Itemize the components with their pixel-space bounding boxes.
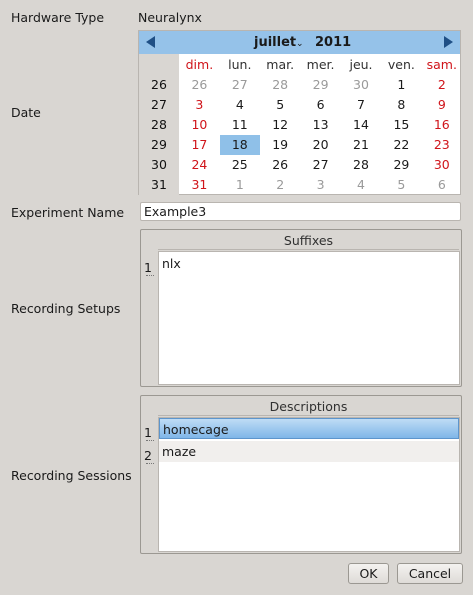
calendar-day[interactable]: 1: [220, 175, 260, 195]
experiment-name-label: Experiment Name: [11, 205, 125, 220]
calendar-day[interactable]: 22: [381, 135, 421, 155]
ok-button[interactable]: OK: [348, 563, 389, 584]
row-number[interactable]: 2: [144, 445, 156, 466]
calendar-day[interactable]: 16: [422, 115, 462, 135]
weekday-header: sam.: [426, 57, 457, 72]
week-number: 26: [151, 77, 167, 92]
weekday-header: mer.: [306, 57, 335, 72]
calendar-day[interactable]: 7: [341, 95, 381, 115]
calendar-day[interactable]: 27: [220, 75, 260, 95]
calendar-day[interactable]: 28: [341, 155, 381, 175]
calendar-day[interactable]: 4: [220, 95, 260, 115]
recording-setups-label: Recording Setups: [11, 301, 121, 316]
calendar-day[interactable]: 3: [179, 95, 219, 115]
calendar-day[interactable]: 3: [301, 175, 341, 195]
row-number[interactable]: 1: [144, 422, 156, 443]
weekday-header: lun.: [228, 57, 252, 72]
calendar-day[interactable]: 4: [341, 175, 381, 195]
table-row[interactable]: maze: [159, 441, 459, 462]
calendar-day[interactable]: 26: [179, 75, 219, 95]
calendar-day[interactable]: 23: [422, 135, 462, 155]
calendar-day[interactable]: 11: [220, 115, 260, 135]
chevron-down-icon[interactable]: ⌄: [296, 39, 304, 49]
recording-setups-table-body: nlx: [158, 251, 460, 385]
calendar-year[interactable]: 2011: [315, 35, 351, 50]
previous-month-arrow-icon[interactable]: [146, 36, 155, 48]
calendar-day[interactable]: 10: [179, 115, 219, 135]
week-number: 30: [151, 157, 167, 172]
weekday-header: dim.: [185, 57, 214, 72]
calendar-day[interactable]: 9: [422, 95, 462, 115]
calendar-day[interactable]: 24: [179, 155, 219, 175]
calendar-day[interactable]: 26: [260, 155, 300, 175]
calendar-day[interactable]: 14: [341, 115, 381, 135]
calendar-day[interactable]: 29: [301, 75, 341, 95]
hardware-type-value: Neuralynx: [138, 10, 202, 25]
calendar-day[interactable]: 28: [260, 75, 300, 95]
date-calendar[interactable]: juillet ⌄ 2011 dim. lun. mar. mer. jeu. ven. s…: [138, 30, 461, 195]
descriptions-column-header[interactable]: Descriptions: [158, 398, 459, 416]
week-number: 28: [151, 117, 167, 132]
calendar-day[interactable]: 5: [260, 95, 300, 115]
calendar-day[interactable]: 15: [381, 115, 421, 135]
calendar-day[interactable]: 5: [381, 175, 421, 195]
calendar-day[interactable]: 30: [422, 155, 462, 175]
table-row[interactable]: nlx: [159, 253, 459, 274]
calendar-day[interactable]: 27: [301, 155, 341, 175]
experiment-name-field[interactable]: Example3: [140, 202, 461, 221]
calendar-day[interactable]: 1: [381, 75, 421, 95]
calendar-day[interactable]: 20: [301, 135, 341, 155]
calendar-month[interactable]: juillet: [254, 35, 296, 50]
hardware-type-label: Hardware Type: [11, 10, 105, 25]
calendar-day[interactable]: 12: [260, 115, 300, 135]
calendar-day[interactable]: 6: [301, 95, 341, 115]
row-number[interactable]: 1: [144, 257, 156, 278]
suffixes-column-header[interactable]: Suffixes: [158, 232, 459, 250]
calendar-day[interactable]: 25: [220, 155, 260, 175]
next-month-arrow-icon[interactable]: [444, 36, 453, 48]
recording-sessions-table[interactable]: Descriptions 1 2 homecage maze: [140, 395, 462, 554]
week-number: 27: [151, 97, 167, 112]
calendar-day[interactable]: 6: [422, 175, 462, 195]
recording-sessions-label: Recording Sessions: [11, 468, 132, 483]
recording-sessions-table-body: homecage maze: [158, 417, 460, 552]
calendar-day[interactable]: 29: [381, 155, 421, 175]
calendar-day[interactable]: 13: [301, 115, 341, 135]
date-label: Date: [11, 105, 41, 120]
table-row[interactable]: homecage: [159, 418, 459, 439]
calendar-day[interactable]: 17: [179, 135, 219, 155]
calendar-day[interactable]: 8: [381, 95, 421, 115]
calendar-day[interactable]: 2: [260, 175, 300, 195]
recording-setups-table[interactable]: Suffixes 1 nlx: [140, 229, 462, 387]
calendar-day[interactable]: 18: [219, 135, 260, 155]
calendar-day[interactable]: 19: [260, 135, 300, 155]
weekday-header: ven.: [387, 57, 415, 72]
calendar-header: juillet ⌄ 2011: [139, 31, 460, 54]
weekday-header: jeu.: [349, 57, 373, 72]
cancel-button[interactable]: Cancel: [397, 563, 463, 584]
calendar-day[interactable]: 31: [179, 175, 219, 195]
week-number: 31: [151, 177, 167, 192]
weekday-header: mar.: [266, 57, 295, 72]
calendar-day[interactable]: 30: [341, 75, 381, 95]
calendar-day[interactable]: 2: [422, 75, 462, 95]
calendar-day[interactable]: 21: [341, 135, 381, 155]
week-number: 29: [151, 137, 167, 152]
